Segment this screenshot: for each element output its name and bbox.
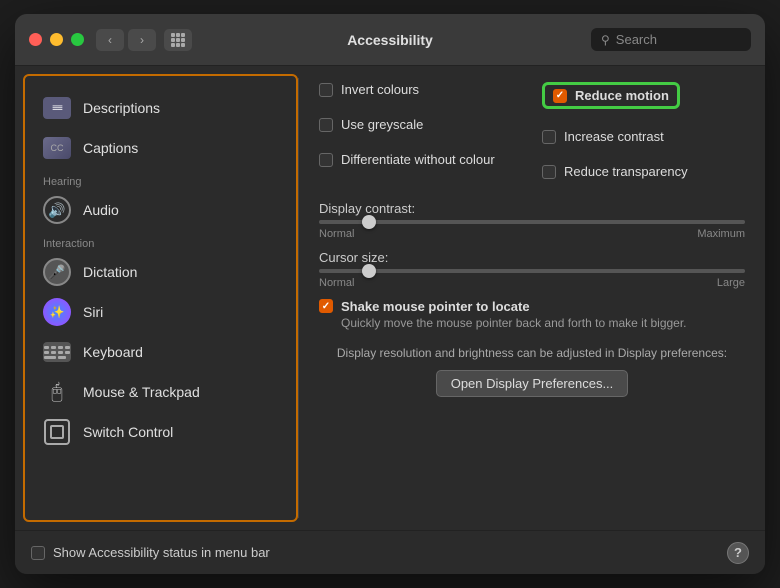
window-title: Accessibility xyxy=(347,32,433,48)
sidebar-label-keyboard: Keyboard xyxy=(83,344,143,360)
sidebar-item-dictation[interactable]: 🎤 Dictation xyxy=(33,252,288,292)
invert-colours-label: Invert colours xyxy=(341,82,419,97)
use-greyscale-label: Use greyscale xyxy=(341,117,423,132)
nav-buttons: ‹ › xyxy=(96,29,192,51)
shake-mouse-section: ✓ Shake mouse pointer to locate Quickly … xyxy=(319,299,745,330)
options-col-left: Invert colours Use greyscale Differentia… xyxy=(319,82,522,189)
main-panel: Invert colours Use greyscale Differentia… xyxy=(299,66,765,530)
siri-icon: ✨ xyxy=(43,298,71,326)
titlebar: ‹ › Accessibility ⚲ Search xyxy=(15,14,765,66)
reduce-transparency-label: Reduce transparency xyxy=(564,164,688,179)
descriptions-icon: ≡≡ xyxy=(43,94,71,122)
option-differentiate: Differentiate without colour xyxy=(319,152,522,167)
close-button[interactable] xyxy=(29,33,42,46)
option-invert-colours: Invert colours xyxy=(319,82,522,97)
grid-button[interactable] xyxy=(164,29,192,51)
cursor-size-label-row: Cursor size: xyxy=(319,250,745,265)
cursor-size-range: Normal Large xyxy=(319,277,745,289)
cursor-size-min: Normal xyxy=(319,277,354,289)
forward-button[interactable]: › xyxy=(128,29,156,51)
differentiate-checkbox[interactable] xyxy=(319,153,333,167)
sidebar: ≡≡ Descriptions CC Captions Hearing 🔊 Au… xyxy=(23,74,298,522)
show-status-label: Show Accessibility status in menu bar xyxy=(53,545,270,560)
search-input[interactable]: Search xyxy=(616,32,657,47)
option-use-greyscale: Use greyscale xyxy=(319,117,522,132)
display-info-text: Display resolution and brightness can be… xyxy=(319,346,745,360)
display-contrast-section: Display contrast: Normal Maximum xyxy=(319,201,745,240)
cursor-size-thumb[interactable] xyxy=(362,264,376,278)
search-box[interactable]: ⚲ Search xyxy=(591,28,751,51)
show-status-checkbox[interactable] xyxy=(31,546,45,560)
increase-contrast-label: Increase contrast xyxy=(564,129,664,144)
maximize-button[interactable] xyxy=(71,33,84,46)
footer: Show Accessibility status in menu bar ? xyxy=(15,530,765,574)
sidebar-label-switch-control: Switch Control xyxy=(83,424,173,440)
minimize-button[interactable] xyxy=(50,33,63,46)
display-contrast-label-row: Display contrast: xyxy=(319,201,745,216)
shake-mouse-checkbox[interactable]: ✓ xyxy=(319,299,333,313)
sidebar-label-captions: Captions xyxy=(83,140,138,156)
invert-colours-checkbox[interactable] xyxy=(319,83,333,97)
differentiate-label: Differentiate without colour xyxy=(341,152,495,167)
checkmark-icon: ✓ xyxy=(556,90,564,101)
display-contrast-thumb[interactable] xyxy=(362,215,376,229)
shake-text-area: Shake mouse pointer to locate Quickly mo… xyxy=(341,299,687,330)
display-contrast-range: Normal Maximum xyxy=(319,228,745,240)
cursor-size-section: Cursor size: Normal Large xyxy=(319,250,745,289)
display-contrast-slider[interactable] xyxy=(319,220,745,224)
reduce-transparency-checkbox[interactable] xyxy=(542,165,556,179)
display-contrast-max: Maximum xyxy=(697,228,745,240)
sidebar-item-mouse-trackpad[interactable]: 🖰 Mouse & Trackpad xyxy=(33,372,288,412)
search-icon: ⚲ xyxy=(601,33,610,47)
reduce-motion-label: Reduce motion xyxy=(575,88,669,103)
dictation-icon: 🎤 xyxy=(43,258,71,286)
display-contrast-min: Normal xyxy=(319,228,354,240)
sidebar-label-dictation: Dictation xyxy=(83,264,137,280)
section-label-interaction: Interaction xyxy=(33,230,288,252)
keyboard-icon xyxy=(43,338,71,366)
option-increase-contrast: Increase contrast xyxy=(542,129,745,144)
sidebar-item-keyboard[interactable]: Keyboard xyxy=(33,332,288,372)
cursor-size-label: Cursor size: xyxy=(319,250,388,265)
captions-icon: CC xyxy=(43,134,71,162)
reduce-motion-container: ✓ Reduce motion xyxy=(542,82,680,109)
help-button[interactable]: ? xyxy=(727,542,749,564)
traffic-lights xyxy=(29,33,84,46)
option-reduce-motion-row: ✓ Reduce motion xyxy=(542,82,745,109)
shake-sub-label: Quickly move the mouse pointer back and … xyxy=(341,316,687,330)
display-options: Invert colours Use greyscale Differentia… xyxy=(319,82,745,189)
sidebar-label-descriptions: Descriptions xyxy=(83,100,160,116)
sidebar-item-captions[interactable]: CC Captions xyxy=(33,128,288,168)
audio-icon: 🔊 xyxy=(43,196,71,224)
sidebar-label-siri: Siri xyxy=(83,304,103,320)
section-label-hearing: Hearing xyxy=(33,168,288,190)
shake-main-label: Shake mouse pointer to locate xyxy=(341,299,687,314)
cursor-size-slider[interactable] xyxy=(319,269,745,273)
cursor-size-max: Large xyxy=(717,277,745,289)
mouse-trackpad-icon: 🖰 xyxy=(43,378,71,406)
display-contrast-label: Display contrast: xyxy=(319,201,415,216)
sidebar-label-mouse-trackpad: Mouse & Trackpad xyxy=(83,384,200,400)
sidebar-item-audio[interactable]: 🔊 Audio xyxy=(33,190,288,230)
sidebar-item-switch-control[interactable]: Switch Control xyxy=(33,412,288,452)
reduce-motion-checkbox[interactable]: ✓ xyxy=(553,89,567,103)
show-status-area: Show Accessibility status in menu bar xyxy=(31,545,270,560)
shake-checkmark-icon: ✓ xyxy=(322,301,330,312)
increase-contrast-checkbox[interactable] xyxy=(542,130,556,144)
use-greyscale-checkbox[interactable] xyxy=(319,118,333,132)
open-display-preferences-button[interactable]: Open Display Preferences... xyxy=(436,370,629,397)
sidebar-item-siri[interactable]: ✨ Siri xyxy=(33,292,288,332)
content-area: ≡≡ Descriptions CC Captions Hearing 🔊 Au… xyxy=(15,66,765,530)
sidebar-item-descriptions[interactable]: ≡≡ Descriptions xyxy=(33,88,288,128)
sidebar-label-audio: Audio xyxy=(83,202,119,218)
options-col-right: ✓ Reduce motion Increase contrast Reduce… xyxy=(542,82,745,189)
option-reduce-transparency: Reduce transparency xyxy=(542,164,745,179)
switch-control-icon xyxy=(43,418,71,446)
grid-icon xyxy=(171,33,185,47)
back-button[interactable]: ‹ xyxy=(96,29,124,51)
main-window: ‹ › Accessibility ⚲ Search ≡≡ xyxy=(15,14,765,574)
